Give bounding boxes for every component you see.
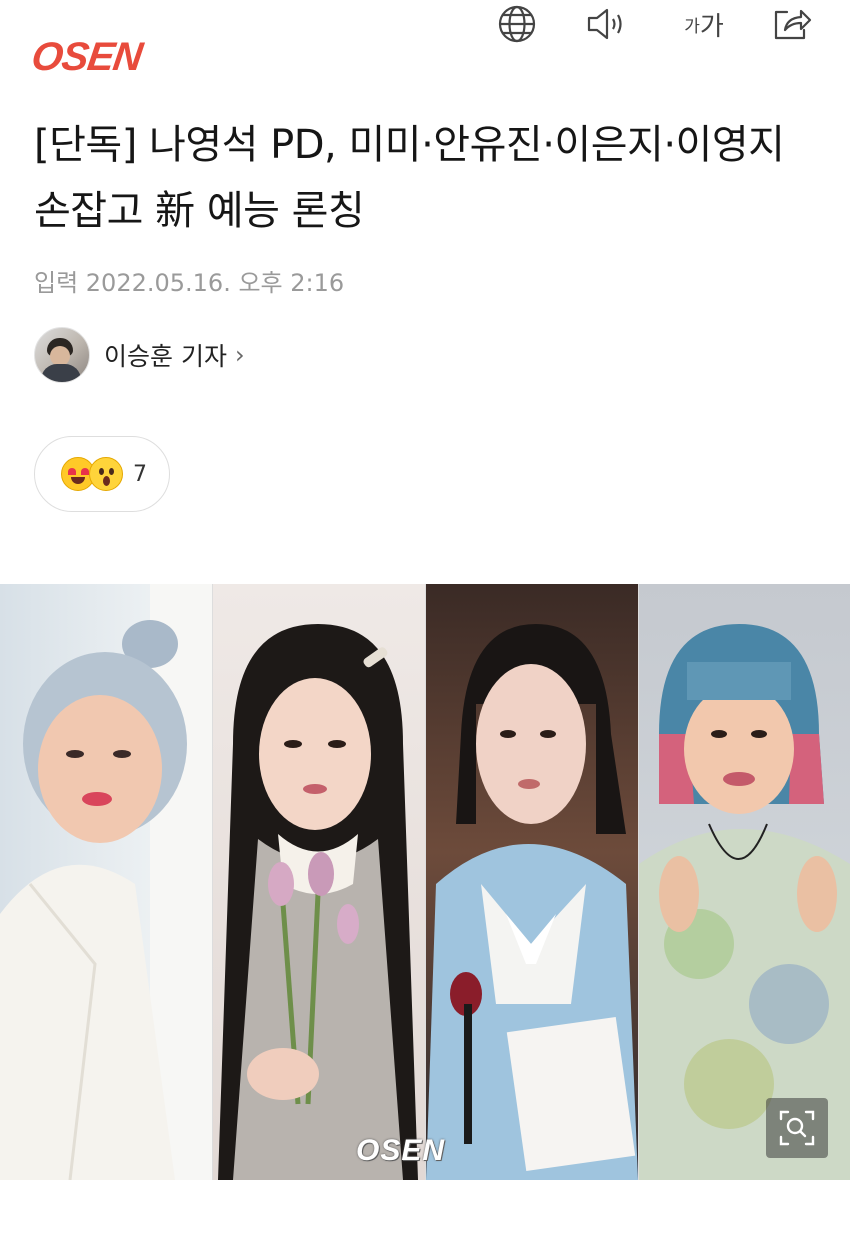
share-icon[interactable] [768,0,816,48]
photo-panel-1 [0,584,212,1180]
photo-panel-4 [639,584,850,1180]
font-size-icon[interactable]: 가가 [676,0,732,48]
magnifier-icon [779,1110,815,1146]
osen-logo[interactable]: OSEN [29,34,145,80]
reaction-count: 7 [133,461,147,487]
reporter-byline[interactable]: 이승훈 기자 › [34,327,245,383]
surprised-emoji-icon [89,457,123,491]
publish-date: 입력 2022.05.16. 오후 2:16 [34,269,345,297]
article-title: [단독] 나영석 PD, 미미·안유진·이은지·이영지 손잡고 新 예능 론칭 [34,122,785,234]
globe-icon[interactable] [493,0,541,48]
photo-panel-2 [213,584,425,1180]
photo-watermark: OSEN [356,1134,446,1167]
speaker-icon[interactable] [583,0,631,48]
font-size-large: 가 [699,11,724,42]
reporter-avatar [34,327,90,383]
reaction-button[interactable]: 7 [34,436,170,512]
reporter-name[interactable]: 이승훈 기자 [104,337,227,373]
photo-panel-3 [426,584,638,1180]
chevron-right-icon: › [234,341,245,369]
zoom-button[interactable] [766,1098,828,1158]
article-photo: OSEN [0,584,850,1180]
font-size-small: 가 [684,16,700,37]
